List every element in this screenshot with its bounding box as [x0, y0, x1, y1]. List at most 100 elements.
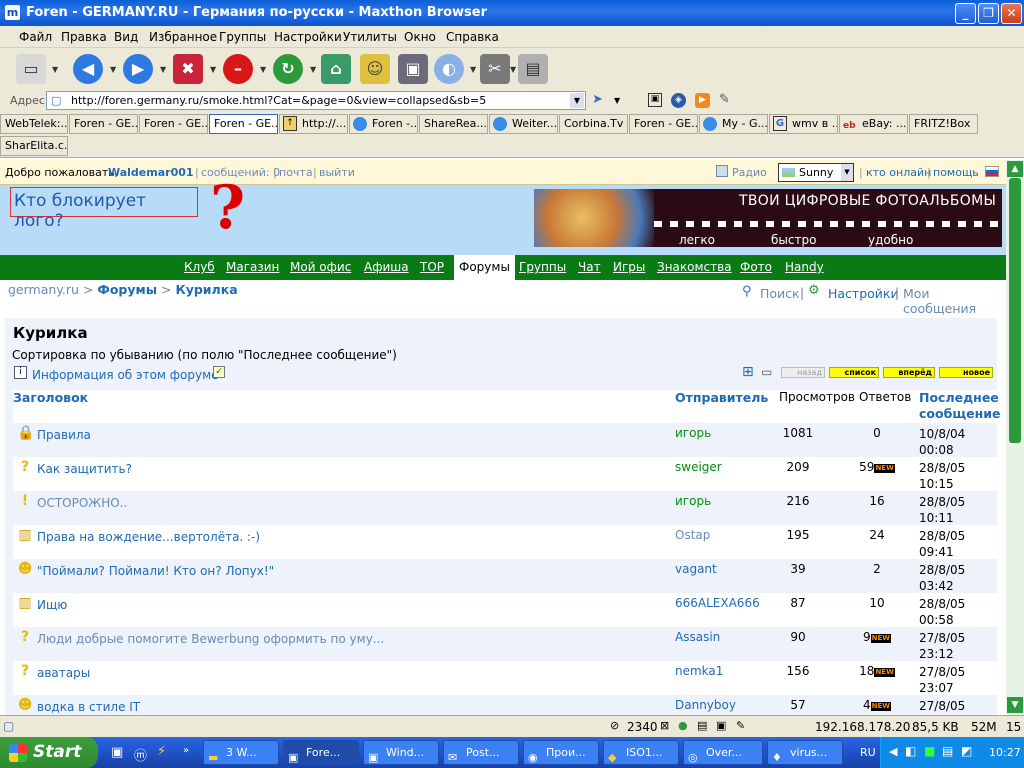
topic-title-link[interactable]: водка в стиле IT: [37, 700, 140, 714]
address-dropdown-icon[interactable]: ▼: [570, 93, 584, 108]
tab[interactable]: Foren - GE...: [139, 114, 208, 134]
topic-title-link[interactable]: аватары: [37, 666, 90, 680]
new-tab-icon[interactable]: ▭: [16, 54, 46, 84]
tab[interactable]: My - G...: [699, 114, 768, 134]
tab[interactable]: ↑ http://...: [279, 114, 348, 134]
tray-icon[interactable]: ■: [924, 744, 935, 758]
proxy-icon[interactable]: ▣: [716, 719, 726, 732]
topic-title-link[interactable]: Как защитить?: [37, 462, 132, 476]
online-link[interactable]: кто онлайн: [866, 166, 931, 179]
back-button[interactable]: назад: [781, 367, 825, 378]
tab[interactable]: WebTelek:...: [0, 114, 68, 134]
flag-icon[interactable]: [985, 166, 999, 177]
add-icon[interactable]: ⊞: [742, 365, 756, 379]
info-icon[interactable]: i: [14, 366, 27, 379]
tab[interactable]: Foren - GE...: [69, 114, 138, 134]
col-author[interactable]: Отправитель: [675, 390, 768, 405]
author-link[interactable]: Dannyboy: [675, 698, 736, 712]
col-title[interactable]: Заголовок: [13, 390, 88, 405]
back-icon[interactable]: ◀: [73, 54, 103, 84]
author-link[interactable]: игорь: [675, 426, 711, 440]
stop-icon[interactable]: –: [223, 54, 253, 84]
maxthon-icon[interactable]: ⓜ: [134, 745, 147, 764]
topic-title-link[interactable]: Люди добрые помогите Bewerbung оформить …: [37, 632, 384, 646]
dropdown-arrow-icon[interactable]: ▼: [110, 65, 116, 74]
nav-handy[interactable]: Handy: [785, 260, 824, 274]
topic-title-link[interactable]: Права на вождение...вертолёта. :-): [37, 530, 260, 544]
minimize-button[interactable]: _: [955, 3, 976, 24]
task-button[interactable]: ♦ virus...: [767, 740, 843, 765]
tray-icon[interactable]: ◧: [905, 744, 916, 758]
forum-info-link[interactable]: Информация об этом форуме: [32, 368, 219, 382]
home-icon[interactable]: ⌂: [321, 54, 351, 84]
scroll-down-icon[interactable]: ▼: [1007, 697, 1023, 713]
tools-icon[interactable]: ✂: [480, 54, 510, 84]
dropdown-arrow-icon[interactable]: ▼: [470, 65, 476, 74]
popup-icon[interactable]: ⊠: [660, 719, 669, 732]
quicklaunch-icon[interactable]: ⚡: [157, 744, 166, 759]
edit-icon[interactable]: ✎: [736, 719, 745, 732]
tab-active[interactable]: Foren - GE...: [209, 114, 278, 134]
plugin-icon[interactable]: ✎: [719, 92, 730, 107]
my-messages-link[interactable]: Мои сообщения: [903, 286, 1006, 316]
dropdown-arrow-icon[interactable]: ▼: [510, 65, 516, 74]
task-button[interactable]: ▬ 3 W...: [203, 740, 279, 765]
task-button-active[interactable]: ▣ Fore...: [283, 740, 359, 765]
scroll-thumb[interactable]: [1009, 178, 1021, 443]
nav-photo[interactable]: Фото: [740, 260, 772, 274]
task-button[interactable]: ▣ Wind...: [363, 740, 439, 765]
tab[interactable]: Foren -...: [349, 114, 418, 134]
author-link[interactable]: vagant: [675, 562, 717, 576]
topic-title-link[interactable]: Ищю: [37, 598, 67, 612]
print-icon[interactable]: ▭: [761, 366, 775, 379]
nav-top[interactable]: TOP: [420, 260, 444, 274]
menu-window[interactable]: Окно: [404, 30, 436, 44]
menu-favorites[interactable]: Избранное: [149, 30, 217, 44]
logout-link[interactable]: выйти: [319, 166, 355, 179]
quicklaunch-icon[interactable]: ▣: [111, 745, 123, 760]
screenshot-icon[interactable]: ▣: [398, 54, 428, 84]
forward-icon[interactable]: ▶: [123, 54, 153, 84]
clipboard-icon[interactable]: ▤: [518, 54, 548, 84]
rss-icon[interactable]: ▣: [648, 93, 662, 107]
dropdown-arrow-icon[interactable]: ▼: [52, 65, 58, 74]
search-link[interactable]: Поиск: [760, 286, 800, 301]
nav-games[interactable]: Игры: [613, 260, 645, 274]
new-topic-button[interactable]: новое: [939, 367, 993, 378]
close-tab-icon[interactable]: ✖: [173, 54, 203, 84]
nav-shop[interactable]: Магазин: [226, 260, 279, 274]
tab[interactable]: ShareRea...: [419, 114, 488, 134]
tab[interactable]: Weiter...: [489, 114, 558, 134]
nav-chat[interactable]: Чат: [578, 260, 601, 274]
nav-afisha[interactable]: Афиша: [364, 260, 409, 274]
media-icon[interactable]: ▶: [695, 93, 710, 108]
lock-icon[interactable]: ▤: [697, 719, 707, 732]
skin-select[interactable]: Sunny ▼: [778, 163, 854, 182]
menu-help[interactable]: Справка: [446, 30, 499, 44]
dropdown-arrow-icon[interactable]: ▼: [260, 65, 266, 74]
network-icon[interactable]: ▤: [942, 744, 953, 758]
mail-link[interactable]: почта: [279, 166, 313, 179]
nav-office[interactable]: Мой офис: [290, 260, 351, 274]
dropdown-arrow-icon[interactable]: ▼: [310, 65, 316, 74]
tab[interactable]: FRITZ!Box: [909, 114, 978, 134]
breadcrumb-forums[interactable]: Форумы: [97, 282, 157, 297]
volume-icon[interactable]: ◩: [961, 744, 972, 758]
author-link[interactable]: игорь: [675, 494, 711, 508]
username-link[interactable]: Waldemar001: [108, 166, 194, 179]
search-icon[interactable]: ⚲: [742, 284, 752, 299]
menu-tools[interactable]: Утилиты: [343, 30, 397, 44]
author-link[interactable]: Assasin: [675, 630, 720, 644]
menu-view[interactable]: Вид: [114, 30, 138, 44]
topic-title-link[interactable]: Правила: [37, 428, 91, 442]
address-input[interactable]: ▢ http://foren.germany.ru/smoke.html?Cat…: [46, 91, 586, 110]
breadcrumb-current[interactable]: Курилка: [175, 282, 237, 297]
task-button[interactable]: ✉ Post...: [443, 740, 519, 765]
topic-title-link[interactable]: ОСТОРОЖНО..: [37, 496, 127, 510]
author-link[interactable]: nemka1: [675, 664, 723, 678]
author-link[interactable]: Ostap: [675, 528, 710, 542]
maximize-button[interactable]: ❐: [978, 3, 999, 24]
tab[interactable]: eb eBay: ...: [839, 114, 908, 134]
task-button[interactable]: ◉ Прои...: [523, 740, 599, 765]
topic-title-link[interactable]: "Поймали? Поймали! Кто он? Лопух!": [37, 564, 274, 578]
